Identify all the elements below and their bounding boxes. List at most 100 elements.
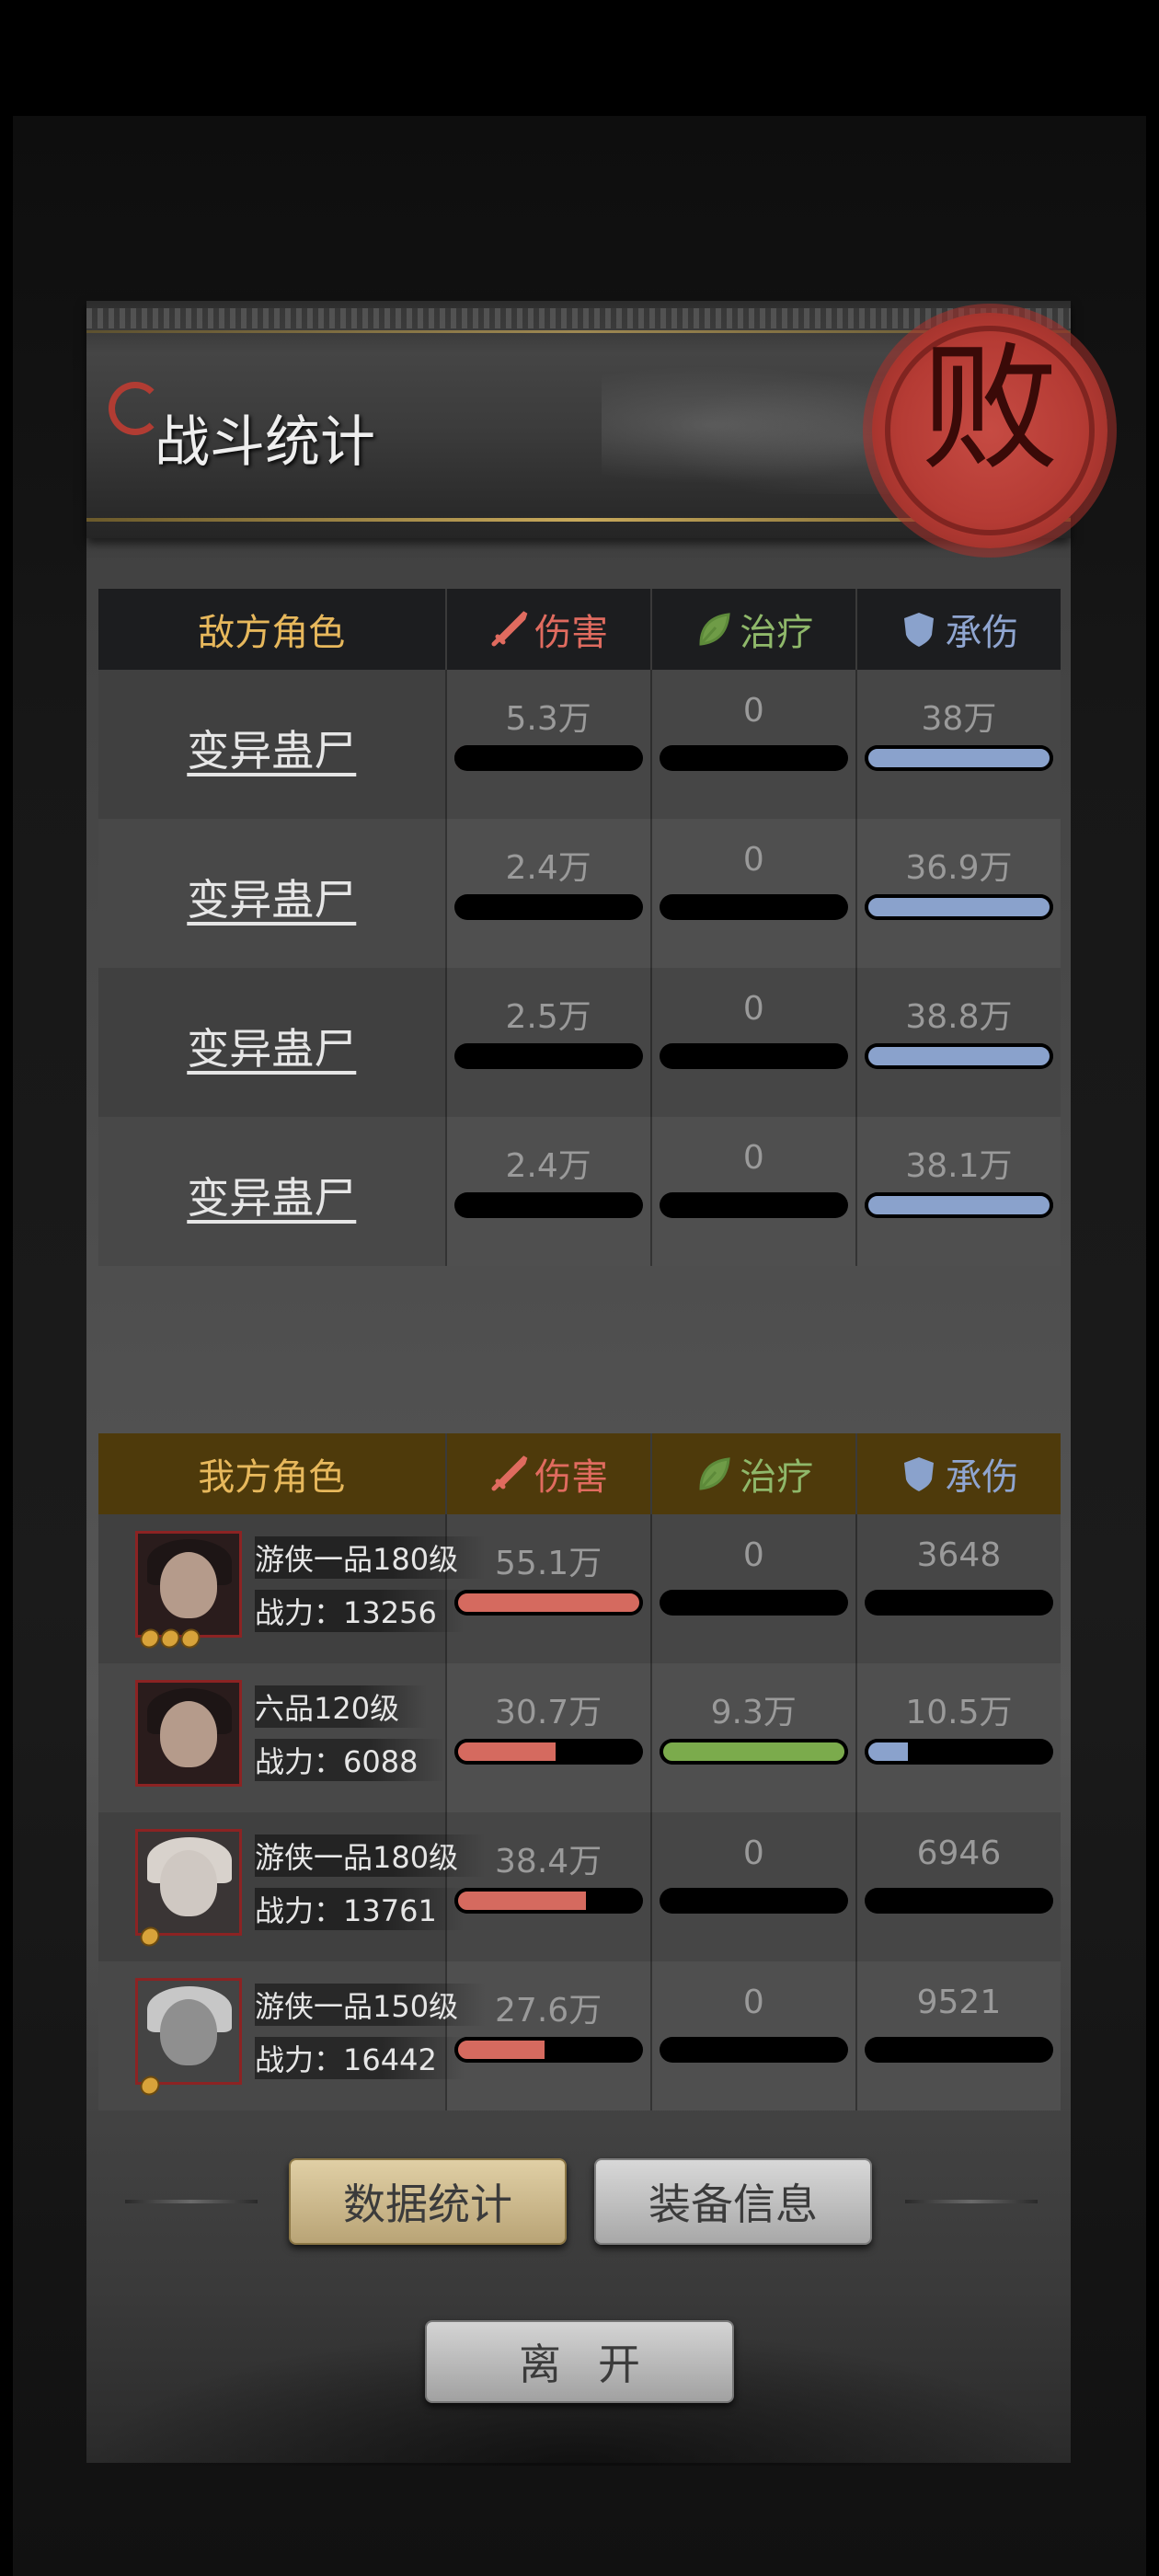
damage-cell: 2.5万	[444, 968, 650, 1117]
star-rating	[136, 2072, 164, 2099]
heal-bar	[659, 894, 848, 920]
heal-bar	[659, 1043, 848, 1069]
taken-cell: 10.5万	[855, 1663, 1061, 1812]
heal-value: 0	[742, 990, 764, 1028]
enemy-name-cell: 变异蛊尸	[98, 670, 445, 819]
enemy-name[interactable]: 变异蛊尸	[98, 1165, 445, 1225]
enemy-row[interactable]: 变异蛊尸 2.4万 0 38.1万	[98, 1117, 1061, 1266]
sword-icon	[491, 611, 528, 647]
damage-value: 38.4万	[495, 1843, 602, 1880]
page-title: 战斗统计	[155, 410, 375, 475]
ally-row[interactable]: 游侠一品180级 战力：13256 55.1万 0 3648	[98, 1514, 1061, 1663]
damage-bar	[453, 2037, 643, 2063]
portrait-face	[160, 1552, 217, 1618]
enemy-row[interactable]: 变异蛊尸 5.3万 0 38万	[98, 670, 1061, 819]
taken-bar-fill	[864, 1192, 1054, 1218]
portrait-face	[160, 1850, 217, 1916]
damage-bar	[453, 1739, 643, 1765]
damage-bar	[453, 1043, 643, 1069]
hero-portrait[interactable]	[135, 1978, 242, 2085]
taken-value: 36.9万	[905, 849, 1013, 887]
heal-value: 9.3万	[710, 1694, 797, 1731]
heal-value: 0	[742, 1834, 764, 1872]
heal-bar	[659, 2037, 848, 2063]
hero-rank: 六品120级	[255, 1685, 428, 1728]
taken-cell: 38万	[855, 670, 1061, 819]
ally-row[interactable]: 游侠一品150级 战力：16442 27.6万 0 9521	[98, 1961, 1061, 2110]
enemy-section: 敌方角色 伤害 治疗 承伤 变异蛊尸 5.3万 0 38万 变异蛊尸 2.4万 …	[98, 589, 1061, 1266]
heal-bar	[659, 1192, 848, 1218]
enemy-name[interactable]: 变异蛊尸	[98, 1016, 445, 1076]
damage-column-header: 伤害	[444, 589, 650, 670]
heal-value: 0	[742, 1984, 764, 2021]
taken-cell: 38.1万	[855, 1117, 1061, 1266]
hero-power: 战力：13256	[255, 1590, 465, 1632]
damage-cell: 2.4万	[444, 1117, 650, 1266]
taken-cell: 9521	[855, 1961, 1061, 2110]
leave-button[interactable]: 离开	[425, 2320, 734, 2403]
taken-header-label: 承伤	[945, 612, 1019, 654]
star-rating	[136, 1625, 204, 1652]
damage-header-label: 伤害	[534, 1456, 609, 1499]
heal-column-header: 治疗	[649, 589, 855, 670]
taken-bar-fill	[864, 745, 1054, 771]
taken-value: 6946	[916, 1834, 1002, 1872]
taken-bar	[864, 894, 1054, 920]
heal-column-header: 治疗	[649, 1433, 855, 1514]
enemy-row[interactable]: 变异蛊尸 2.4万 0 36.9万	[98, 819, 1061, 968]
star-rating	[136, 1923, 164, 1950]
hero-power: 战力：6088	[255, 1739, 446, 1781]
damage-cell: 5.3万	[444, 670, 650, 819]
taken-value: 9521	[916, 1984, 1002, 2021]
damage-bar-fill	[453, 1590, 643, 1616]
taken-value: 38万	[921, 700, 997, 738]
heal-header-label: 治疗	[740, 612, 814, 654]
damage-cell: 2.4万	[444, 819, 650, 968]
heal-cell: 0	[649, 1812, 855, 1961]
ally-row[interactable]: 游侠一品180级 战力：13761 38.4万 0 6946	[98, 1812, 1061, 1961]
hero-portrait[interactable]	[135, 1829, 242, 1936]
taken-bar-fill	[864, 1043, 1054, 1069]
sword-icon	[491, 1455, 528, 1491]
damage-bar-fill	[453, 1739, 560, 1765]
enemy-name[interactable]: 变异蛊尸	[98, 718, 445, 778]
taken-bar-fill	[864, 894, 1054, 920]
data-stats-button[interactable]: 数据统计	[289, 2158, 567, 2245]
hero-portrait[interactable]	[135, 1680, 242, 1787]
hero-portrait[interactable]	[135, 1531, 242, 1638]
taken-value: 10.5万	[905, 1694, 1013, 1731]
taken-column-header: 承伤	[855, 589, 1061, 670]
damage-cell: 30.7万	[444, 1663, 650, 1812]
heal-bar	[659, 1590, 848, 1616]
taken-bar	[864, 1590, 1054, 1616]
ally-info-cell: 六品120级 战力：6088	[98, 1663, 446, 1812]
damage-value: 2.4万	[505, 849, 591, 887]
damage-column-header: 伤害	[444, 1433, 650, 1514]
damage-header-label: 伤害	[534, 612, 609, 654]
taken-bar	[864, 1043, 1054, 1069]
heal-value: 0	[742, 692, 764, 730]
equipment-info-button[interactable]: 装备信息	[594, 2158, 872, 2245]
damage-bar-fill	[453, 1888, 591, 1914]
damage-bar	[453, 1590, 643, 1616]
damage-value: 2.5万	[505, 998, 591, 1036]
taken-cell: 3648	[855, 1514, 1061, 1663]
taken-bar-fill	[864, 1739, 912, 1765]
heal-cell: 0	[649, 1117, 855, 1266]
enemy-name[interactable]: 变异蛊尸	[98, 867, 445, 927]
damage-bar-fill	[453, 745, 462, 771]
taken-bar	[864, 1739, 1054, 1765]
enemy-row[interactable]: 变异蛊尸 2.5万 0 38.8万	[98, 968, 1061, 1117]
enemy-name-cell: 变异蛊尸	[98, 1117, 445, 1266]
taken-header-label: 承伤	[945, 1456, 1019, 1499]
hero-power: 战力：13761	[255, 1888, 465, 1930]
hero-power: 战力：16442	[255, 2037, 465, 2079]
ally-row[interactable]: 六品120级 战力：6088 30.7万 9.3万 10.5万	[98, 1663, 1061, 1812]
ally-info-cell: 游侠一品180级 战力：13761	[98, 1812, 487, 1961]
heal-value: 0	[742, 1139, 764, 1177]
divider-right	[905, 2200, 1038, 2203]
heal-cell: 9.3万	[649, 1663, 855, 1812]
shield-icon	[904, 613, 935, 647]
damage-bar-fill	[453, 2037, 549, 2063]
ally-info-cell: 游侠一品180级 战力：13256	[98, 1514, 487, 1663]
